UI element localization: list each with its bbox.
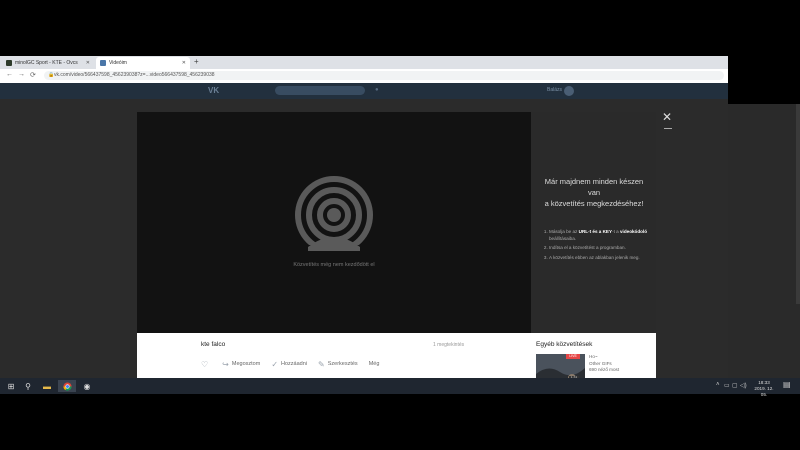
more-button[interactable]: Még: [369, 361, 380, 367]
action-label: Szerkesztés: [327, 361, 358, 367]
step-bold[interactable]: videokódoló: [620, 229, 647, 234]
tab-videoim[interactable]: Videóim ✕: [96, 57, 190, 69]
new-tab-button[interactable]: +: [194, 57, 199, 66]
scrollbar[interactable]: [796, 104, 800, 304]
reload-button[interactable]: ⟳: [30, 71, 36, 79]
desktop-screen: minolGC Sport - KTE - Ovcs ✕ Videóim ✕ +…: [0, 0, 800, 450]
action-label: Hozzáadni: [281, 361, 308, 367]
stream-viewers: 690 néző most: [589, 367, 620, 372]
tab-bar: minolGC Sport - KTE - Ovcs ✕ Videóim ✕ +: [0, 56, 728, 69]
monitor-icon[interactable]: ▢: [732, 382, 738, 389]
heart-icon: ♡: [201, 359, 209, 369]
video-actions: ♡ ↪ Megosztom ✓ Hozzáadni ✎ Szerkesztés Még: [201, 359, 390, 369]
setup-step: Másolja be az URL-t és a KEY-t a videokó…: [549, 229, 657, 242]
chrome-icon[interactable]: [58, 380, 76, 392]
view-count: 1 megtekintés: [433, 342, 465, 348]
avatar[interactable]: [564, 86, 574, 96]
vk-user-name[interactable]: Balázs: [547, 87, 562, 93]
setup-steps: Másolja be az URL-t és a KEY-t a videokó…: [542, 229, 657, 264]
setup-title-line: van: [587, 188, 601, 197]
broadcast-icon: [295, 176, 373, 255]
edit-button[interactable]: ✎ Szerkesztés: [318, 360, 358, 369]
add-button[interactable]: ✓ Hozzáadni: [271, 360, 307, 369]
video-title: kte falco: [201, 341, 226, 348]
tab-favicon-icon: [6, 60, 12, 66]
step-bold[interactable]: URL-t és a KEY: [579, 229, 612, 234]
edit-icon: ✎: [318, 359, 325, 369]
browser-window: minolGC Sport - KTE - Ovcs ✕ Videóim ✕ +…: [0, 56, 728, 394]
step-text: beállításaiba.: [549, 235, 577, 241]
tab-title: minolGC Sport - KTE - Ovcs: [15, 60, 78, 66]
windows-start-icon[interactable]: ⊞: [4, 380, 18, 392]
setup-step: Indítsa el a közvetítést a programban.: [549, 245, 657, 252]
chrome-logo: [62, 381, 72, 391]
clock[interactable]: 18:33 2019. 12. 05.: [752, 380, 776, 398]
bell-icon[interactable]: ●: [375, 87, 379, 93]
minimize-icon[interactable]: [664, 128, 672, 129]
browser-toolbar: ← → ⟳ 🔒 vk.com/video/566437598_456239038…: [0, 69, 728, 84]
player-status-text: Közvetítés még nem kezdődött el: [293, 262, 375, 268]
url-text: vk.com/video/566437598_456239038?z=...vi…: [54, 72, 215, 78]
notification-icon[interactable]: ▤: [783, 380, 791, 389]
stream-meta[interactable]: Ho~ Other GIFs 690 néző most: [589, 354, 619, 374]
address-bar[interactable]: 🔒 vk.com/video/566437598_456239038?z=...…: [44, 71, 724, 80]
check-icon: ✓: [271, 359, 279, 369]
taskbar: ⊞ ⚲ ▬ ◉ ˄ ▭ ▢ ◁) 18:33 2019. 12. 05. ▤: [0, 378, 800, 397]
setup-step: A közvetítés ebben az ablakban jelenik m…: [549, 255, 657, 262]
other-streams-title: Egyéb közvetítések: [536, 341, 593, 348]
like-button[interactable]: ♡: [201, 360, 211, 369]
volume-icon[interactable]: ◁): [740, 382, 747, 389]
share-icon: ↪: [222, 359, 229, 369]
vk-search-input[interactable]: [275, 86, 365, 95]
step-text: -t a: [612, 229, 620, 234]
back-button[interactable]: ←: [6, 71, 13, 78]
vk-header: VK ● Balázs: [0, 83, 728, 99]
action-label: Még: [368, 361, 380, 367]
vk-favicon-icon: [100, 60, 106, 66]
clock-date: 2019. 12. 05.: [754, 386, 774, 397]
tab-close-icon[interactable]: ✕: [86, 60, 90, 66]
setup-title-line: Már majdnem minden készen: [544, 177, 644, 186]
chevron-up-icon[interactable]: ˄: [716, 382, 720, 388]
forward-button[interactable]: →: [18, 71, 25, 78]
tab-title: Videóim: [109, 60, 127, 66]
stream-setup-panel: Már majdnem minden készen van a közvetít…: [531, 112, 656, 333]
search-icon[interactable]: ⚲: [20, 380, 36, 392]
live-badge: LIVE: [566, 354, 580, 359]
background-window: [728, 104, 800, 378]
obs-icon[interactable]: ◉: [78, 380, 96, 392]
file-explorer-icon[interactable]: ▬: [38, 380, 56, 392]
close-icon[interactable]: ✕: [662, 110, 672, 124]
tab-minolgc[interactable]: minolGC Sport - KTE - Ovcs ✕: [2, 57, 94, 69]
lock-icon: 🔒: [48, 72, 55, 78]
vk-logo[interactable]: VK: [208, 86, 219, 95]
action-label: Megosztom: [231, 361, 261, 367]
network-icon[interactable]: ▭: [724, 382, 730, 389]
setup-title: Már majdnem minden készen van a közvetít…: [539, 176, 649, 209]
setup-title-line: a közvetítés megkezdéséhez!: [544, 199, 644, 208]
video-player[interactable]: Közvetítés még nem kezdődött el: [137, 112, 531, 333]
step-text: Másolja be az: [549, 229, 579, 234]
tab-close-icon[interactable]: ✕: [182, 60, 186, 66]
share-button[interactable]: ↪ Megosztom: [222, 360, 260, 369]
